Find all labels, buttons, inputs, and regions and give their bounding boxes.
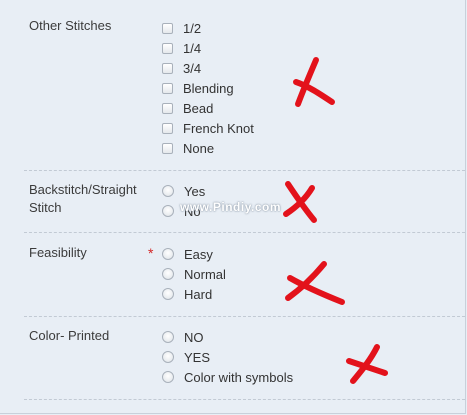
option-label: NO — [184, 329, 204, 345]
radio-icon[interactable] — [162, 185, 174, 197]
checkbox-option-three-quarter[interactable]: 3/4 — [162, 59, 201, 77]
option-label: None — [183, 140, 215, 156]
radio-icon[interactable] — [162, 371, 174, 383]
red-x-mark-icon — [283, 181, 317, 223]
backstitch-label-line1: Backstitch/Straight — [29, 182, 137, 197]
required-marker: * — [148, 245, 154, 261]
option-label: Yes — [184, 183, 206, 199]
checkbox-icon[interactable] — [162, 102, 173, 114]
red-x-mark-icon — [346, 344, 388, 384]
watermark-text: www.Pindiy.com — [180, 200, 282, 214]
section-divider — [24, 170, 465, 171]
checkbox-option-half[interactable]: 1/2 — [162, 19, 201, 37]
option-label: Easy — [184, 246, 213, 262]
checkbox-option-french-knot[interactable]: French Knot — [162, 119, 254, 137]
radio-icon[interactable] — [162, 331, 174, 343]
option-label: Hard — [184, 286, 213, 302]
red-x-mark-icon — [293, 57, 335, 107]
option-label: YES — [184, 349, 211, 365]
checkbox-icon[interactable] — [162, 22, 173, 34]
radio-option-easy[interactable]: Easy — [162, 245, 213, 263]
checkbox-icon[interactable] — [162, 122, 173, 134]
radio-icon[interactable] — [162, 268, 174, 280]
section-divider — [24, 232, 465, 233]
option-label: French Knot — [183, 120, 254, 136]
radio-icon[interactable] — [162, 288, 174, 300]
option-label: Bead — [183, 100, 214, 116]
section-divider — [24, 399, 465, 400]
radio-option-hard[interactable]: Hard — [162, 285, 212, 303]
other-stitches-label: Other Stitches — [29, 18, 112, 33]
feasibility-label: Feasibility — [29, 245, 87, 260]
radio-icon[interactable] — [162, 205, 174, 217]
radio-option-color-symbols[interactable]: Color with symbols — [162, 368, 293, 386]
radio-option-no-color[interactable]: NO — [162, 328, 204, 346]
option-label: 1/4 — [183, 40, 202, 56]
backstitch-label-line2: Stitch — [29, 200, 62, 215]
checkbox-option-bead[interactable]: Bead — [162, 99, 213, 117]
radio-option-normal[interactable]: Normal — [162, 265, 226, 283]
section-divider — [24, 316, 465, 317]
color-printed-label: Color- Printed — [29, 328, 110, 343]
checkbox-option-none[interactable]: None — [162, 139, 214, 157]
option-label: Normal — [184, 266, 226, 282]
option-label: Color with symbols — [184, 369, 294, 385]
red-x-mark-icon — [285, 261, 345, 305]
option-label: 1/2 — [183, 20, 202, 36]
option-label: Blending — [183, 80, 234, 96]
option-label: 3/4 — [183, 60, 202, 76]
checkbox-option-blending[interactable]: Blending — [162, 79, 234, 97]
checkbox-icon[interactable] — [162, 42, 173, 54]
radio-icon[interactable] — [162, 351, 174, 363]
checkbox-icon[interactable] — [162, 142, 173, 154]
checkbox-icon[interactable] — [162, 82, 173, 94]
checkbox-option-quarter[interactable]: 1/4 — [162, 39, 201, 57]
radio-option-yes[interactable]: Yes — [162, 182, 205, 200]
radio-icon[interactable] — [162, 248, 174, 260]
checkbox-icon[interactable] — [162, 62, 173, 74]
radio-option-yes-color[interactable]: YES — [162, 348, 210, 366]
